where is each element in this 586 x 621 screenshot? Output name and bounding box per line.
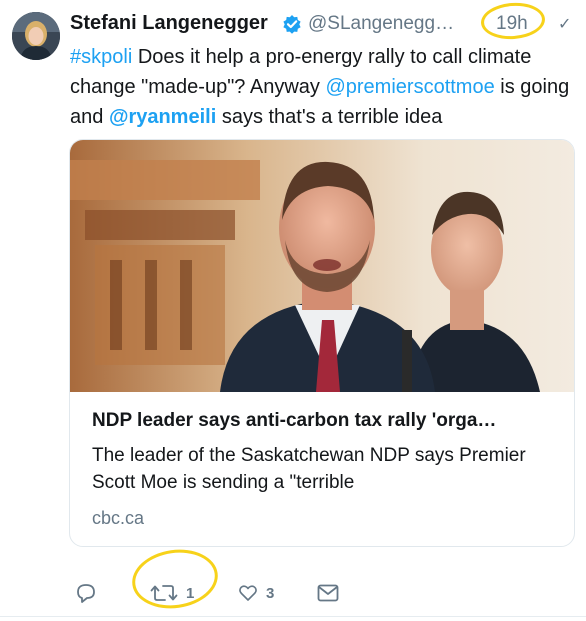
card-description: The leader of the Saskatchewan NDP says … (92, 445, 526, 493)
tweet-text-segment: says that's a terrible idea (216, 106, 443, 128)
envelope-icon (316, 582, 340, 604)
author-handle[interactable]: @SLangenegg… (308, 13, 454, 35)
card-image (70, 140, 574, 392)
verified-badge-icon (282, 14, 302, 34)
reply-icon (74, 581, 98, 605)
card-domain: cbc.ca (92, 508, 145, 528)
tweet[interactable]: Stefani Langenegger @SLangenegg… · 19h ✓… (0, 0, 586, 621)
mention-link[interactable]: @premierscottmoe (325, 76, 494, 98)
divider (0, 616, 586, 617)
tweet-text: #skpoli Does it help a pro-energy rally … (70, 42, 580, 132)
link-preview-card[interactable]: NDP leader says anti-carbon tax rally 'o… (69, 139, 575, 547)
like-count: 3 (266, 584, 275, 602)
hashtag-link[interactable]: #skpoli (70, 46, 132, 68)
like-button[interactable]: 3 (238, 578, 274, 608)
author-name[interactable]: Stefani Langenegger (70, 12, 268, 35)
heart-icon (238, 583, 258, 603)
card-title[interactable]: NDP leader says anti-carbon tax rally 'o… (92, 410, 562, 432)
mention-link[interactable]: @ryanmeili (109, 106, 216, 128)
reply-button[interactable] (74, 578, 98, 608)
chevron-down-icon[interactable]: ✓ (558, 14, 571, 34)
avatar[interactable] (12, 12, 60, 60)
direct-message-button[interactable] (316, 578, 340, 608)
